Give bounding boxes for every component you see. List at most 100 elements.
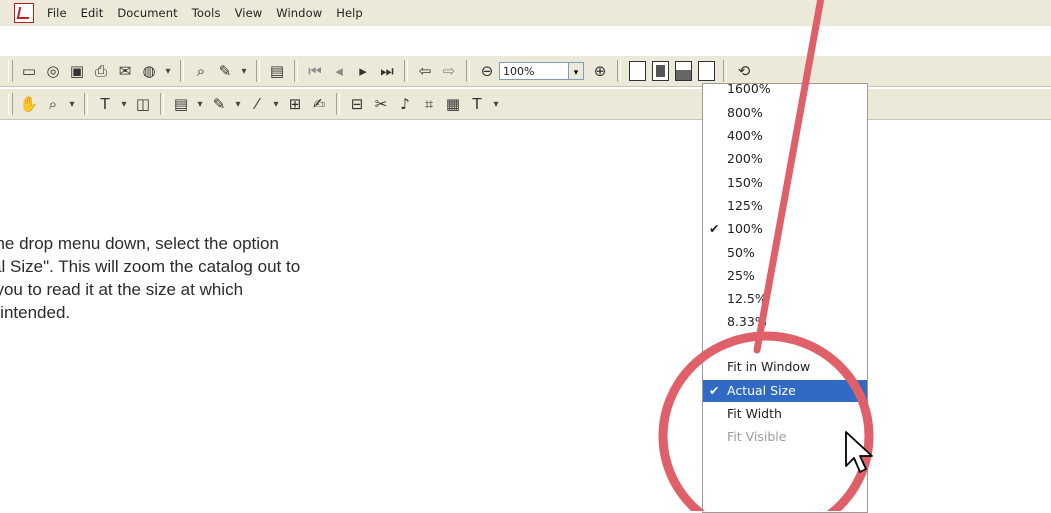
menu-document[interactable]: Document: [110, 6, 184, 20]
toolbar-separator: [294, 60, 298, 82]
option-label: Actual Size: [727, 383, 796, 398]
zoom-option-actual-size[interactable]: ✔ Actual Size: [703, 380, 867, 402]
instruction-line: With the drop menu down, select the opti…: [0, 234, 279, 253]
dropdown-arrow-icon[interactable]: ▾: [232, 93, 244, 115]
menu-file[interactable]: File: [40, 6, 74, 20]
zoom-option-25[interactable]: 25%: [703, 265, 867, 287]
zoom-option-fit-width[interactable]: Fit Width: [703, 403, 867, 425]
pencil-icon[interactable]: ✎: [208, 93, 230, 115]
dropdown-arrow-icon[interactable]: ▾: [238, 60, 250, 82]
dropdown-arrow-icon[interactable]: ▾: [270, 93, 282, 115]
menu-edit[interactable]: Edit: [74, 6, 111, 20]
option-label: 400%: [727, 128, 763, 143]
note-icon[interactable]: ▤: [170, 93, 192, 115]
snapshot-icon[interactable]: ◫: [132, 93, 154, 115]
previous-page-icon[interactable]: ◂: [328, 60, 350, 82]
option-label: 8.33%: [727, 314, 767, 329]
instruction-line: allow you to read it at the size at whic…: [0, 280, 244, 299]
option-label: Fit in Window: [727, 359, 811, 374]
zoom-option-12-5[interactable]: 12.5%: [703, 288, 867, 310]
zoom-option-fit-visible: Fit Visible: [703, 426, 867, 448]
toolbar-grip[interactable]: [8, 93, 13, 115]
zoom-option-fit-in-window[interactable]: Fit in Window: [703, 356, 867, 378]
zoom-option-150[interactable]: 150%: [703, 172, 867, 194]
dropdown-arrow-icon[interactable]: ▾: [490, 93, 502, 115]
find-icon[interactable]: ⌕: [190, 60, 212, 82]
zoom-option-1600[interactable]: 1600%: [703, 78, 867, 100]
toolbar-separator: [160, 93, 164, 115]
zoom-option-50[interactable]: 50%: [703, 242, 867, 264]
toolbar-separator: [84, 93, 88, 115]
typewriter-icon[interactable]: T: [466, 93, 488, 115]
menu-view[interactable]: View: [228, 6, 270, 20]
zoom-dropdown-arrow-icon[interactable]: ▾: [569, 62, 584, 80]
text-select-icon[interactable]: T: [94, 93, 116, 115]
search-web-icon[interactable]: ◎: [42, 60, 64, 82]
checkmark-icon: ✔: [709, 383, 720, 398]
option-label: 25%: [727, 268, 755, 283]
hand-icon[interactable]: ✋: [18, 93, 40, 115]
movie-icon[interactable]: ⊟: [346, 93, 368, 115]
zoom-out-icon[interactable]: ⊖: [476, 60, 498, 82]
last-page-icon[interactable]: ⏭: [376, 60, 398, 82]
highlight-icon[interactable]: ⁄: [246, 93, 268, 115]
toolbar-separator: [256, 60, 260, 82]
fit-page-icon[interactable]: [652, 61, 669, 81]
option-label: Fit Width: [727, 406, 782, 421]
option-label: 100%: [727, 221, 763, 236]
toolbar-separator: [617, 60, 621, 82]
save-icon[interactable]: ▣: [66, 60, 88, 82]
zoom-tool-icon[interactable]: ⌕: [42, 93, 64, 115]
option-label: 150%: [727, 175, 763, 190]
zoom-option-100[interactable]: ✔ 100%: [703, 218, 867, 240]
first-page-icon[interactable]: ⏮: [304, 60, 326, 82]
option-label: 800%: [727, 105, 763, 120]
toolbar-separator: [336, 93, 340, 115]
dropdown-arrow-icon[interactable]: ▾: [118, 93, 130, 115]
dropdown-arrow-icon[interactable]: ▾: [66, 93, 78, 115]
zoom-option-400[interactable]: 400%: [703, 125, 867, 147]
option-label: 125%: [727, 198, 763, 213]
option-label: Fit Visible: [727, 429, 787, 444]
option-label: 1600%: [727, 81, 771, 96]
file-toolbar: ▭ ◎ ▣ ⎙ ✉ ◍ ▾ ⌕ ✎ ▾ ▤ ⏮ ◂ ▸ ⏭ ⇦ ⇨ ⊖ 100%…: [0, 55, 1051, 87]
toolbar-separator: [466, 60, 470, 82]
zoom-option-800[interactable]: 800%: [703, 102, 867, 124]
bookmarks-icon[interactable]: ▤: [266, 60, 288, 82]
toolbar-separator: [180, 60, 184, 82]
menu-window[interactable]: Window: [269, 6, 329, 20]
zoom-in-icon[interactable]: ⊕: [589, 60, 611, 82]
next-page-icon[interactable]: ▸: [352, 60, 374, 82]
print-icon[interactable]: ⎙: [90, 60, 112, 82]
go-back-icon[interactable]: ⇦: [414, 60, 436, 82]
menu-tools[interactable]: Tools: [185, 6, 228, 20]
crop-icon[interactable]: ⌗: [418, 93, 440, 115]
menu-help[interactable]: Help: [329, 6, 370, 20]
zoom-option-125[interactable]: 125%: [703, 195, 867, 217]
pointer-cursor-icon: [845, 431, 873, 473]
zoom-option-8-33[interactable]: 8.33%: [703, 311, 867, 333]
form-icon[interactable]: ▦: [442, 93, 464, 115]
instruction-line: "Actual Size". This will zoom the catalo…: [0, 257, 301, 276]
dropdown-arrow-icon[interactable]: ▾: [162, 60, 174, 82]
menu-bar: File Edit Document Tools View Window Hel…: [0, 0, 1051, 26]
open-icon[interactable]: ▭: [18, 60, 40, 82]
email-icon[interactable]: ✉: [114, 60, 136, 82]
zoom-input[interactable]: 100%: [499, 62, 569, 80]
tools-toolbar: ✋ ⌕ ▾ T ▾ ◫ ▤ ▾ ✎ ▾ ⁄ ▾ ⊞ ✍ ⊟ ✂ ♪ ⌗ ▦ T …: [0, 88, 1051, 120]
fit-width-icon[interactable]: [675, 61, 692, 81]
instruction-text: With the drop menu down, select the opti…: [0, 232, 512, 324]
option-label: 12.5%: [727, 291, 767, 306]
actual-size-page-icon[interactable]: [629, 61, 646, 81]
stamp-icon[interactable]: ⊞: [284, 93, 306, 115]
checkmark-icon: ✔: [709, 221, 720, 236]
sign-tool-icon[interactable]: ✍: [308, 93, 330, 115]
attach-icon[interactable]: ✂: [370, 93, 392, 115]
dropdown-arrow-icon[interactable]: ▾: [194, 93, 206, 115]
create-pdf-icon[interactable]: ◍: [138, 60, 160, 82]
zoom-option-200[interactable]: 200%: [703, 148, 867, 170]
toolbar-grip[interactable]: [8, 60, 13, 82]
sign-icon[interactable]: ✎: [214, 60, 236, 82]
sound-icon[interactable]: ♪: [394, 93, 416, 115]
go-forward-icon[interactable]: ⇨: [438, 60, 460, 82]
